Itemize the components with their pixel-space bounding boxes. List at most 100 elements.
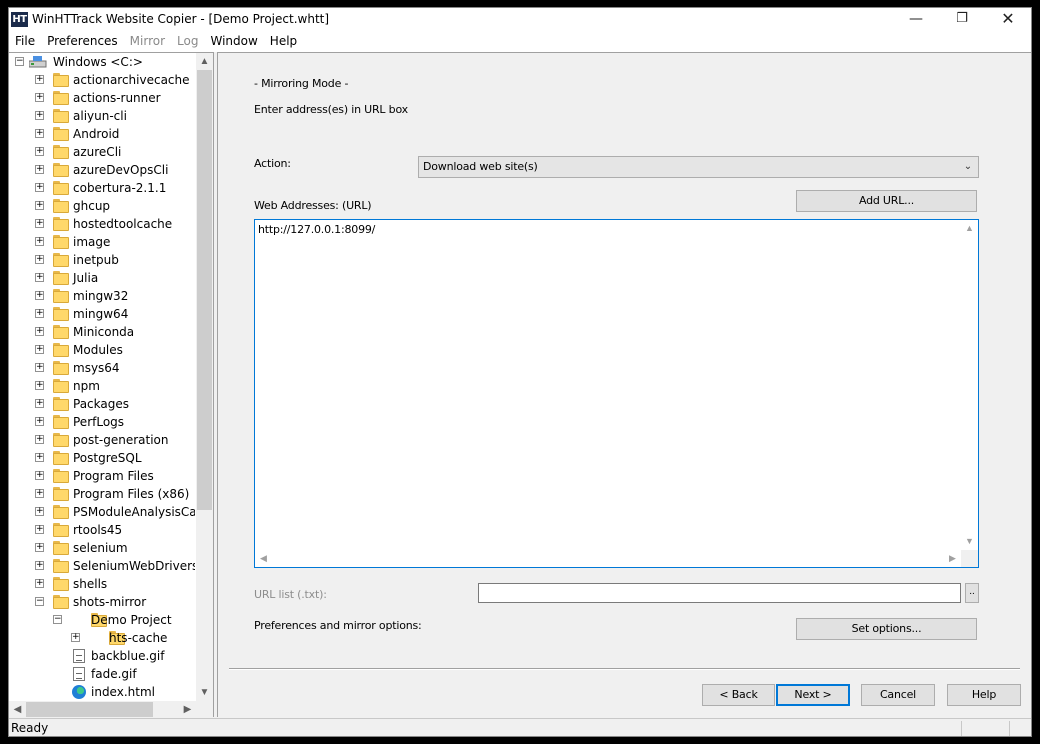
url-textarea[interactable]: http://127.0.0.1:8099/ ▲ ▼ ◀ ▶ xyxy=(254,219,979,568)
expand-icon[interactable]: + xyxy=(35,579,44,588)
scroll-right-icon[interactable]: ▶ xyxy=(179,701,196,717)
expand-icon[interactable]: + xyxy=(35,453,44,462)
tree-item-folder[interactable]: + PSModuleAnalysisCache xyxy=(9,503,195,521)
tree-item-folder[interactable]: + Packages xyxy=(9,395,195,413)
expand-icon[interactable]: + xyxy=(35,561,44,570)
expand-icon[interactable]: + xyxy=(71,633,80,642)
tree-item-file[interactable]: fade.gif xyxy=(9,665,195,683)
tree-item-folder[interactable]: + mingw32 xyxy=(9,287,195,305)
tree-root-drive[interactable]: − Windows <C:> xyxy=(9,53,195,71)
tree-horizontal-scroll-thumb[interactable] xyxy=(26,702,153,717)
tree-item-folder[interactable]: − shots-mirror xyxy=(9,593,195,611)
expand-icon[interactable]: + xyxy=(35,111,44,120)
tree-item-folder[interactable]: + post-generation xyxy=(9,431,195,449)
tree-item-folder[interactable]: + Julia xyxy=(9,269,195,287)
tree-item-folder[interactable]: + mingw64 xyxy=(9,305,195,323)
tree-item-folder[interactable]: + image xyxy=(9,233,195,251)
expand-icon[interactable]: + xyxy=(35,543,44,552)
tree-item-folder[interactable]: + SeleniumWebDrivers xyxy=(9,557,195,575)
collapse-icon[interactable]: − xyxy=(15,57,24,66)
expand-icon[interactable]: + xyxy=(35,93,44,102)
tree-item-folder[interactable]: + Program Files (x86) xyxy=(9,485,195,503)
tree-item-folder[interactable]: + Miniconda xyxy=(9,323,195,341)
scroll-right-icon[interactable]: ▶ xyxy=(944,550,961,567)
tree-item-folder[interactable]: + hts-cache xyxy=(9,629,195,647)
restore-button[interactable]: ❐ xyxy=(939,8,985,32)
tree-item-folder[interactable]: + actionarchivecache xyxy=(9,71,195,89)
expand-icon[interactable]: + xyxy=(35,363,44,372)
cancel-button[interactable]: Cancel xyxy=(861,684,935,706)
expand-icon[interactable]: + xyxy=(35,345,44,354)
tree-horizontal-scrollbar[interactable]: ◀ ▶ xyxy=(9,701,196,717)
scroll-up-icon[interactable]: ▲ xyxy=(196,53,213,70)
url-horizontal-scrollbar[interactable]: ◀ ▶ xyxy=(255,550,961,567)
scroll-down-icon[interactable]: ▼ xyxy=(196,684,213,701)
tree-item-folder[interactable]: + msys64 xyxy=(9,359,195,377)
menu-preferences[interactable]: Preferences xyxy=(41,32,124,52)
expand-icon[interactable]: + xyxy=(35,183,44,192)
scroll-down-icon[interactable]: ▼ xyxy=(961,533,978,550)
expand-icon[interactable]: + xyxy=(35,309,44,318)
minimize-button[interactable]: — xyxy=(893,8,939,32)
expand-icon[interactable]: + xyxy=(35,75,44,84)
browse-button[interactable]: .. xyxy=(965,583,979,603)
tree-item-file[interactable]: index.html xyxy=(9,683,195,701)
tree-item-folder[interactable]: − Demo Project xyxy=(9,611,195,629)
expand-icon[interactable]: − xyxy=(35,597,44,606)
expand-icon[interactable]: + xyxy=(35,219,44,228)
url-vertical-scrollbar[interactable]: ▲ ▼ xyxy=(961,220,978,550)
tree-item-folder[interactable]: + selenium xyxy=(9,539,195,557)
menu-file[interactable]: File xyxy=(9,32,41,52)
scroll-left-icon[interactable]: ◀ xyxy=(255,550,272,567)
tree-vertical-scroll-thumb[interactable] xyxy=(197,70,212,510)
url-list-input[interactable] xyxy=(478,583,961,603)
tree-item-folder[interactable]: + Program Files xyxy=(9,467,195,485)
tree-item-folder[interactable]: + Android xyxy=(9,125,195,143)
expand-icon[interactable]: + xyxy=(35,201,44,210)
tree-item-folder[interactable]: + shells xyxy=(9,575,195,593)
expand-icon[interactable]: + xyxy=(35,237,44,246)
tree-item-folder[interactable]: + rtools45 xyxy=(9,521,195,539)
tree-item-folder[interactable]: + azureDevOpsCli xyxy=(9,161,195,179)
menu-window[interactable]: Window xyxy=(204,32,263,52)
tree-item-folder[interactable]: + ghcup xyxy=(9,197,195,215)
tree-item-folder[interactable]: + PerfLogs xyxy=(9,413,195,431)
expand-icon[interactable]: + xyxy=(35,291,44,300)
action-select[interactable]: Download web site(s) ⌄ xyxy=(418,156,979,178)
expand-icon[interactable]: + xyxy=(35,273,44,282)
add-url-button[interactable]: Add URL... xyxy=(796,190,977,212)
menu-help[interactable]: Help xyxy=(264,32,303,52)
expand-icon[interactable]: + xyxy=(35,147,44,156)
expand-icon[interactable]: + xyxy=(35,255,44,264)
expand-icon[interactable]: − xyxy=(53,615,62,624)
set-options-button[interactable]: Set options... xyxy=(796,618,977,640)
tree-item-folder[interactable]: + aliyun-cli xyxy=(9,107,195,125)
tree-item-folder[interactable]: + PostgreSQL xyxy=(9,449,195,467)
tree-item-folder[interactable]: + hostedtoolcache xyxy=(9,215,195,233)
expand-icon[interactable]: + xyxy=(35,417,44,426)
expand-icon[interactable]: + xyxy=(35,399,44,408)
tree-item-folder[interactable]: + actions-runner xyxy=(9,89,195,107)
expand-icon[interactable]: + xyxy=(35,435,44,444)
expand-icon[interactable]: + xyxy=(35,165,44,174)
scroll-up-icon[interactable]: ▲ xyxy=(961,220,978,237)
expand-icon[interactable]: + xyxy=(35,489,44,498)
expand-icon[interactable]: + xyxy=(35,471,44,480)
expand-icon[interactable]: + xyxy=(35,327,44,336)
expand-icon[interactable]: + xyxy=(35,129,44,138)
help-button[interactable]: Help xyxy=(947,684,1021,706)
next-button[interactable]: Next > xyxy=(776,684,850,706)
tree-item-folder[interactable]: + inetpub xyxy=(9,251,195,269)
tree-item-file[interactable]: backblue.gif xyxy=(9,647,195,665)
scroll-left-icon[interactable]: ◀ xyxy=(9,701,26,717)
menu-mirror[interactable]: Mirror xyxy=(124,32,171,52)
expand-icon[interactable]: + xyxy=(35,381,44,390)
tree-item-folder[interactable]: + npm xyxy=(9,377,195,395)
tree-item-folder[interactable]: + cobertura-2.1.1 xyxy=(9,179,195,197)
close-button[interactable]: ✕ xyxy=(985,8,1031,32)
tree-item-folder[interactable]: + azureCli xyxy=(9,143,195,161)
expand-icon[interactable]: + xyxy=(35,507,44,516)
menu-log[interactable]: Log xyxy=(171,32,204,52)
back-button[interactable]: < Back xyxy=(702,684,775,706)
tree-vertical-scrollbar[interactable]: ▲ ▼ xyxy=(196,53,213,701)
